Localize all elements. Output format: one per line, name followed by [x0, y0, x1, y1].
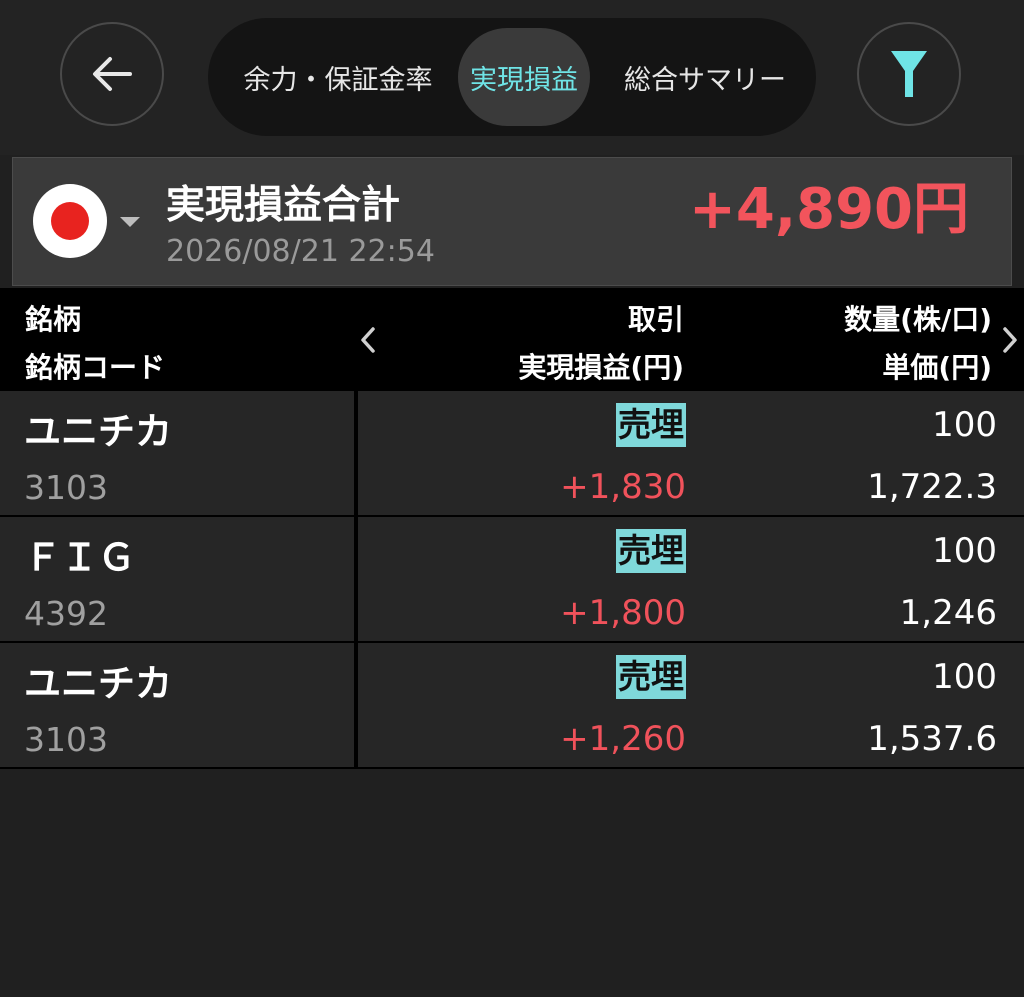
unit-price-value: 1,722.3 — [867, 467, 997, 507]
tab-realized-pnl[interactable]: 実現損益 — [458, 28, 590, 126]
stock-code: 3103 — [24, 468, 108, 507]
flag-red-dot — [51, 202, 89, 240]
japan-flag-icon[interactable] — [33, 184, 107, 258]
realized-pnl-value: +1,260 — [560, 719, 686, 759]
back-button[interactable] — [60, 22, 164, 126]
summary-timestamp: 2026/08/21 22:54 — [166, 234, 435, 269]
col-quantity: 数量(株/口) — [844, 303, 992, 336]
stock-cell: ユニチカ 3103 — [0, 643, 354, 767]
realized-pnl-summary: 実現損益合計 2026/08/21 22:54 +4,890円 — [12, 157, 1012, 286]
tab-bar: 余力・保証金率 実現損益 総合サマリー — [208, 18, 816, 136]
trade-type-badge: 売埋 — [616, 529, 686, 573]
col-unit-price: 単価(円) — [882, 351, 992, 384]
stock-name: ユニチカ — [24, 662, 172, 705]
col-stock-code: 銘柄コード — [25, 351, 166, 384]
table-row[interactable]: ユニチカ 3103 売埋 +1,830 100 1,722.3 — [0, 391, 1024, 517]
table-row[interactable]: ユニチカ 3103 売埋 +1,260 100 1,537.6 — [0, 643, 1024, 769]
table-row[interactable]: ＦＩＧ 4392 売埋 +1,800 100 1,246 — [0, 517, 1024, 643]
chevron-left-icon[interactable] — [360, 326, 376, 354]
unit-price-value: 1,246 — [899, 593, 997, 633]
chevron-right-icon[interactable] — [1002, 326, 1018, 354]
tab-overall-summary[interactable]: 総合サマリー — [600, 28, 810, 126]
quantity-value: 100 — [932, 657, 997, 697]
stock-name: ユニチカ — [24, 410, 172, 453]
col-trade: 取引 — [627, 303, 684, 336]
column-header: 銘柄 銘柄コード 取引 実現損益(円) 数量(株/口) 単価(円) — [0, 288, 1024, 391]
top-header: 余力・保証金率 実現損益 総合サマリー — [0, 0, 1024, 155]
detail-cell: 売埋 +1,260 100 1,537.6 — [358, 643, 1024, 767]
pnl-table: ユニチカ 3103 売埋 +1,830 100 1,722.3 ＦＩＧ 4392… — [0, 391, 1024, 769]
trade-type-badge: 売埋 — [616, 403, 686, 447]
filter-funnel-icon — [891, 51, 927, 97]
realized-pnl-value: +1,800 — [560, 593, 686, 633]
stock-code: 4392 — [24, 594, 108, 633]
stock-cell: ユニチカ 3103 — [0, 391, 354, 515]
col-stock-name: 銘柄 — [25, 303, 82, 336]
detail-cell: 売埋 +1,830 100 1,722.3 — [358, 391, 1024, 515]
summary-title: 実現損益合計 — [166, 183, 401, 228]
market-dropdown-caret-icon[interactable] — [120, 217, 140, 227]
empty-list-area — [0, 769, 1024, 997]
col-realized-pnl: 実現損益(円) — [518, 351, 684, 384]
trade-type-badge: 売埋 — [616, 655, 686, 699]
unit-price-value: 1,537.6 — [867, 719, 997, 759]
quantity-value: 100 — [932, 405, 997, 445]
detail-cell: 売埋 +1,800 100 1,246 — [358, 517, 1024, 641]
summary-total-pnl: +4,890円 — [688, 177, 969, 242]
stock-name: ＦＩＧ — [24, 536, 135, 579]
stock-code: 3103 — [24, 720, 108, 759]
arrow-left-icon — [93, 57, 132, 91]
realized-pnl-value: +1,830 — [560, 467, 686, 507]
filter-button[interactable] — [857, 22, 961, 126]
stock-cell: ＦＩＧ 4392 — [0, 517, 354, 641]
tab-margin-ratio[interactable]: 余力・保証金率 — [218, 28, 458, 126]
quantity-value: 100 — [932, 531, 997, 571]
